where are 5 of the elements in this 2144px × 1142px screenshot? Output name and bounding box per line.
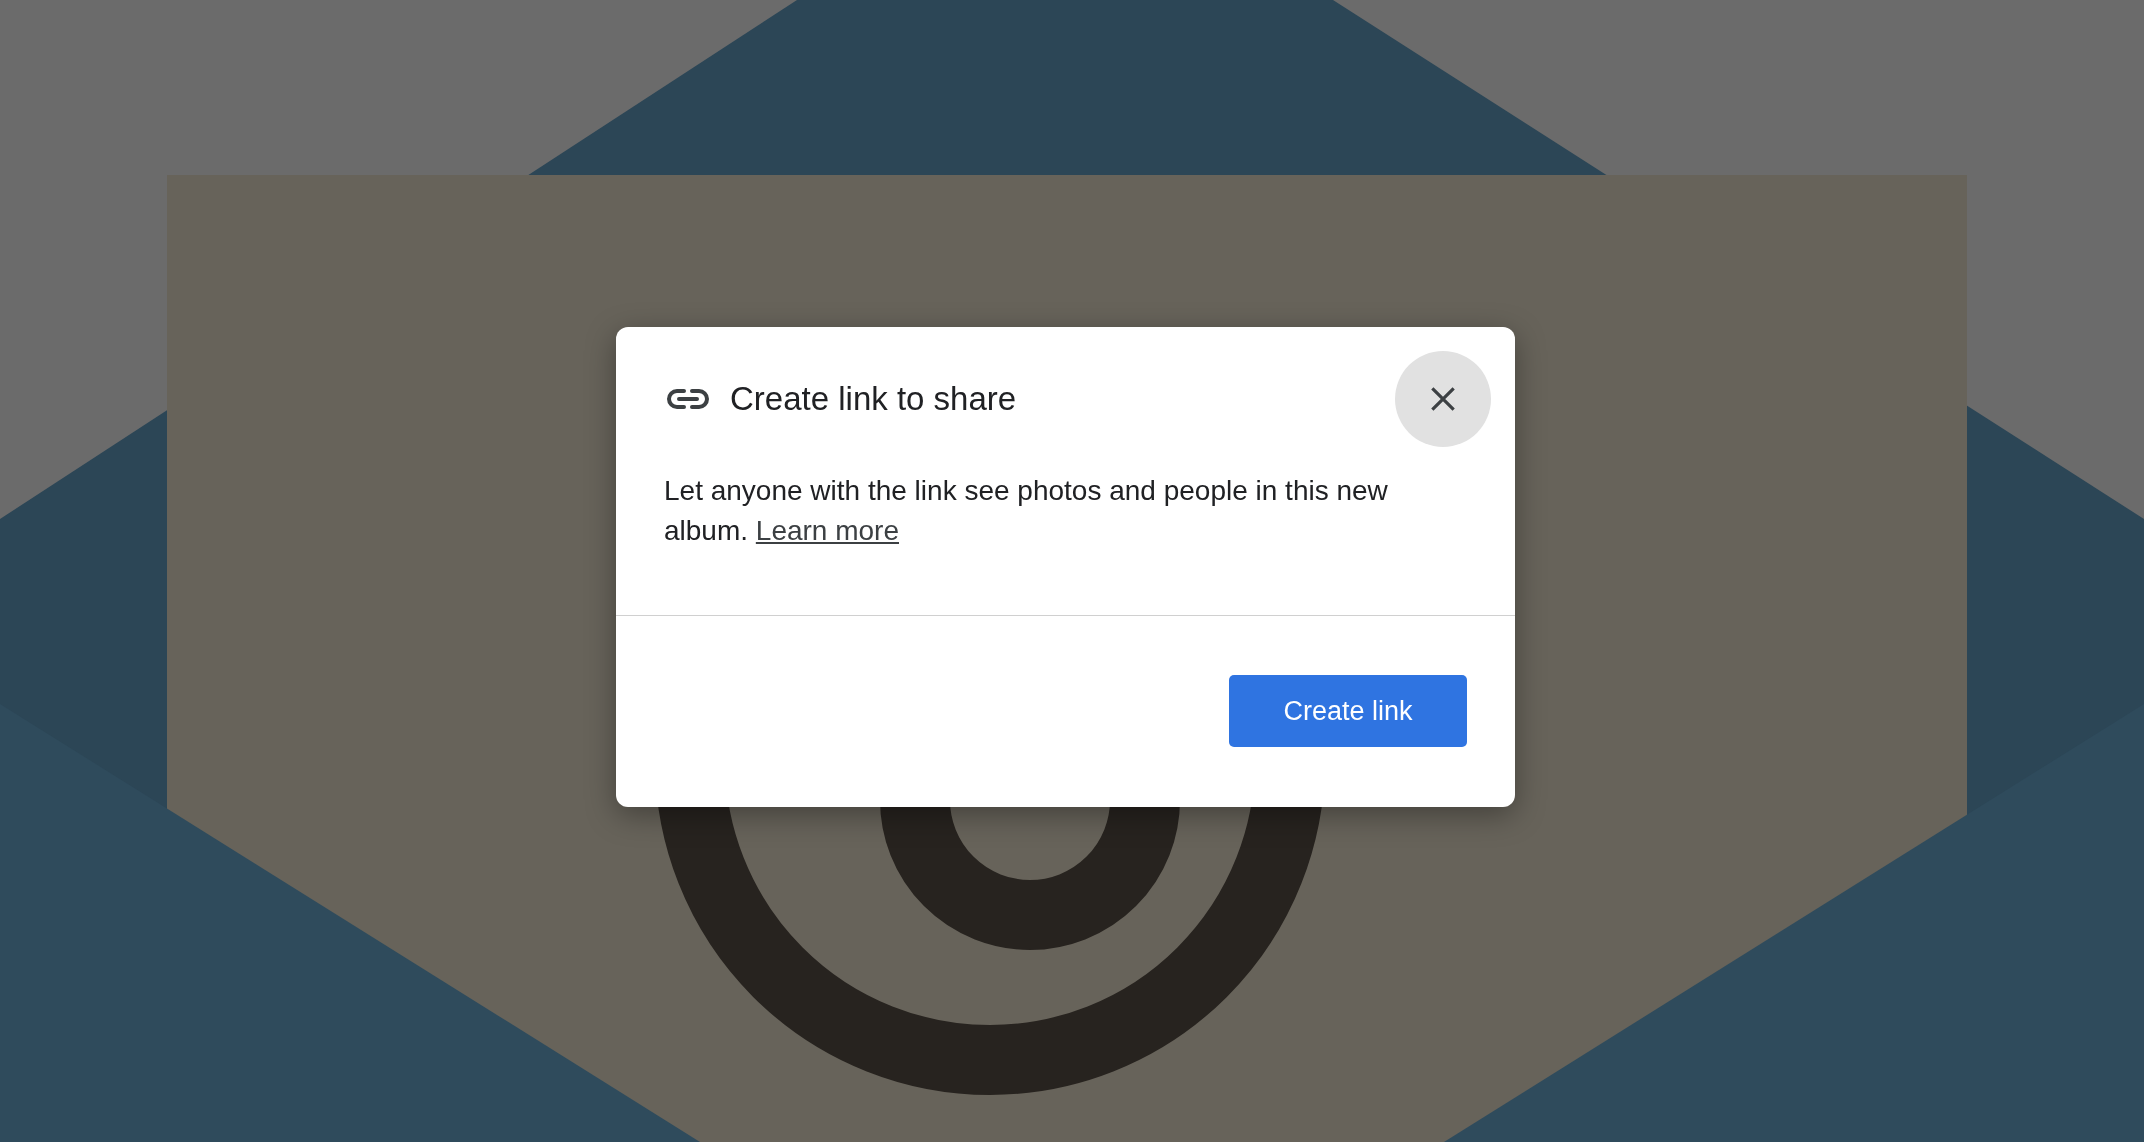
dialog-description: Let anyone with the link see photos and people in this new album. Learn more [664, 474, 1389, 548]
learn-more-link[interactable]: Learn more [755, 515, 899, 546]
create-link-button[interactable]: Create link [1229, 675, 1467, 747]
link-icon [666, 387, 710, 411]
dialog-title: Create link to share [730, 380, 1018, 418]
